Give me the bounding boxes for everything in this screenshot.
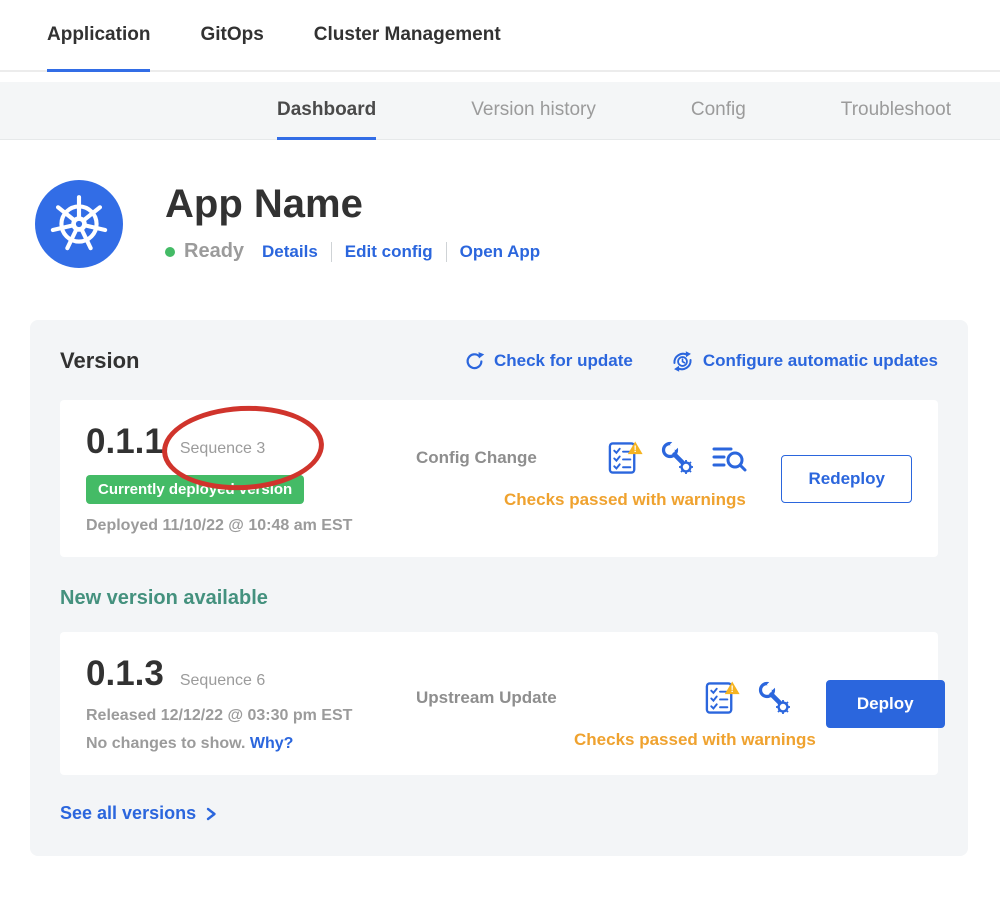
kubernetes-logo-icon xyxy=(35,180,123,268)
diff-files-search-icon[interactable] xyxy=(711,440,747,476)
available-source-label: Upstream Update xyxy=(416,688,557,708)
current-version-card: 0.1.1 Sequence 3 Currently deployed vers… xyxy=(60,400,938,557)
available-version-card: 0.1.3 Sequence 6 Released 12/12/22 @ 03:… xyxy=(60,632,938,775)
current-version-number: 0.1.1 xyxy=(86,422,164,462)
config-wrench-gear-icon[interactable] xyxy=(756,680,792,716)
top-tab-cluster-management[interactable]: Cluster Management xyxy=(314,0,501,72)
tab-dashboard[interactable]: Dashboard xyxy=(277,82,376,140)
why-link[interactable]: Why? xyxy=(250,735,294,752)
open-app-link[interactable]: Open App xyxy=(460,242,541,262)
released-timestamp: Released 12/12/22 @ 03:30 pm EST xyxy=(86,707,416,725)
divider xyxy=(446,242,447,262)
deployed-timestamp: Deployed 11/10/22 @ 10:48 am EST xyxy=(86,517,416,535)
chevron-right-icon xyxy=(204,806,218,822)
app-sub-nav: Dashboard Version history Config Trouble… xyxy=(0,82,1000,140)
available-preflight-checks-link[interactable]: Checks passed with warnings xyxy=(574,730,816,750)
check-for-update-label: Check for update xyxy=(494,351,633,371)
tab-version-history[interactable]: Version history xyxy=(471,82,596,140)
svg-text:!: ! xyxy=(731,684,734,694)
config-wrench-gear-icon[interactable] xyxy=(659,440,695,476)
see-all-versions-link[interactable]: See all versions xyxy=(60,803,218,824)
top-nav: Application GitOps Cluster Management xyxy=(0,0,1000,72)
app-header: App Name Ready Details Edit config Open … xyxy=(0,140,1000,268)
divider xyxy=(331,242,332,262)
tab-troubleshoot[interactable]: Troubleshoot xyxy=(841,82,951,140)
app-meta-row: Ready Details Edit config Open App xyxy=(165,240,540,263)
deploy-button[interactable]: Deploy xyxy=(826,680,945,728)
current-preflight-checks-link[interactable]: Checks passed with warnings xyxy=(504,490,771,510)
page-title: App Name xyxy=(165,182,540,226)
status-dot-icon xyxy=(165,247,175,257)
available-version-number: 0.1.3 xyxy=(86,654,164,694)
svg-text:!: ! xyxy=(634,444,637,454)
version-panel: Version Check for update xyxy=(30,320,968,856)
configure-automatic-updates-button[interactable]: Configure automatic updates xyxy=(671,350,938,373)
details-link[interactable]: Details xyxy=(262,242,318,262)
available-sequence-label: Sequence 6 xyxy=(180,672,265,690)
page: Application GitOps Cluster Management Da… xyxy=(0,0,1000,898)
preflight-checklist-warning-icon[interactable]: ! xyxy=(703,680,740,716)
configure-automatic-updates-label: Configure automatic updates xyxy=(703,351,938,371)
auto-update-clock-icon xyxy=(671,350,694,373)
edit-config-link[interactable]: Edit config xyxy=(345,242,433,262)
top-tab-gitops[interactable]: GitOps xyxy=(200,0,263,72)
current-source-label: Config Change xyxy=(416,448,537,468)
status-badge: Ready xyxy=(184,240,244,263)
new-version-heading: New version available xyxy=(60,587,938,610)
no-changes-text: No changes to show. xyxy=(86,735,245,752)
see-all-versions-label: See all versions xyxy=(60,803,196,824)
redeploy-button[interactable]: Redeploy xyxy=(781,455,912,503)
refresh-icon xyxy=(464,351,485,372)
current-sequence-label: Sequence 3 xyxy=(180,440,265,458)
tab-config[interactable]: Config xyxy=(691,82,746,140)
top-tab-application[interactable]: Application xyxy=(47,0,150,72)
currently-deployed-badge: Currently deployed version xyxy=(86,475,304,504)
preflight-checklist-warning-icon[interactable]: ! xyxy=(606,440,643,476)
version-panel-title: Version xyxy=(60,348,464,374)
check-for-update-button[interactable]: Check for update xyxy=(464,351,633,372)
